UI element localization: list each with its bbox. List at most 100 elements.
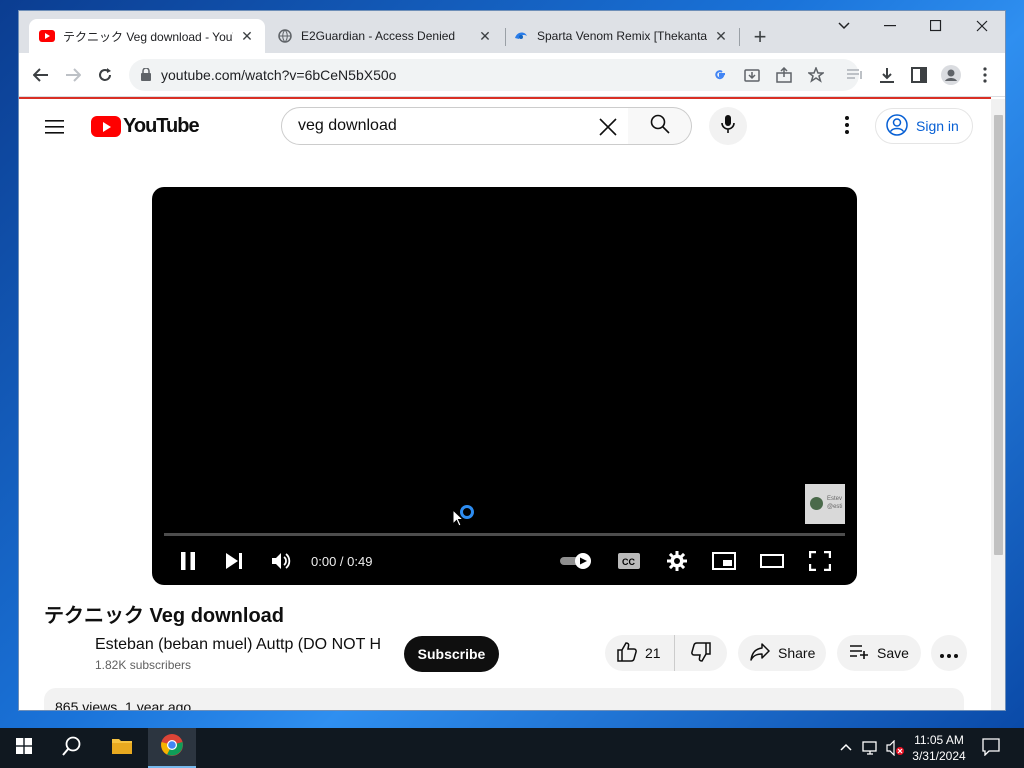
clear-search-icon[interactable] bbox=[596, 115, 620, 139]
voice-search-button[interactable] bbox=[709, 107, 747, 145]
video-title: テクニック Veg download bbox=[44, 605, 285, 627]
minimize-button[interactable] bbox=[867, 11, 913, 41]
close-window-button[interactable] bbox=[959, 11, 1005, 41]
thumbs-down-icon bbox=[691, 641, 711, 665]
like-dislike-group: 21 bbox=[605, 635, 727, 671]
url-text: youtube.com/watch?v=6bCeN5bX50o bbox=[161, 67, 397, 83]
search-icon bbox=[62, 736, 82, 761]
file-explorer-button[interactable] bbox=[98, 728, 146, 768]
tab-title: テクニック Veg download - YouTube bbox=[63, 29, 233, 44]
new-tab-button[interactable]: + bbox=[747, 25, 773, 51]
share-label: Share bbox=[778, 645, 816, 661]
next-track-icon[interactable] bbox=[222, 547, 246, 575]
reload-icon[interactable] bbox=[91, 61, 119, 89]
windows-logo-icon bbox=[16, 737, 32, 759]
google-lens-icon[interactable] bbox=[711, 66, 729, 84]
search-icon bbox=[650, 114, 670, 139]
fullscreen-icon[interactable] bbox=[806, 547, 834, 575]
volume-icon[interactable] bbox=[268, 547, 294, 575]
tab-separator bbox=[739, 28, 740, 46]
youtube-favicon-icon bbox=[39, 28, 55, 44]
settings-gear-icon[interactable] bbox=[664, 547, 690, 575]
progress-bar[interactable] bbox=[164, 533, 845, 536]
forward-arrow-icon[interactable] bbox=[59, 61, 87, 89]
subscribe-button[interactable]: Subscribe bbox=[404, 636, 499, 672]
pause-icon[interactable] bbox=[176, 547, 200, 575]
time-display: 0:00 / 0:49 bbox=[311, 554, 373, 569]
side-panel-icon[interactable] bbox=[909, 65, 929, 85]
autoplay-toggle-icon[interactable] bbox=[558, 547, 594, 575]
like-count: 21 bbox=[645, 645, 661, 661]
tab-title: E2Guardian - Access Denied bbox=[301, 29, 456, 43]
downloads-icon[interactable] bbox=[877, 65, 897, 85]
tab-close-icon[interactable]: ✕ bbox=[477, 28, 493, 44]
description-box[interactable]: 865 views 1 year ago bbox=[44, 688, 964, 711]
captions-icon[interactable]: CC bbox=[616, 547, 642, 575]
view-count: 865 views bbox=[55, 699, 118, 711]
video-player[interactable]: Estev @esti 0:00 / 0:49 CC bbox=[152, 187, 857, 585]
theater-mode-icon[interactable] bbox=[758, 547, 786, 575]
youtube-play-logo-icon bbox=[91, 116, 121, 137]
swirl-favicon-icon bbox=[513, 28, 529, 44]
tab-sparta-venom[interactable]: Sparta Venom Remix [Thekantapon ✕ bbox=[503, 19, 739, 53]
tab-title: Sparta Venom Remix [Thekantapon bbox=[537, 29, 707, 43]
sign-in-label: Sign in bbox=[916, 118, 959, 134]
start-button[interactable] bbox=[0, 728, 48, 768]
install-app-icon[interactable] bbox=[743, 66, 761, 84]
save-button[interactable]: Save bbox=[837, 635, 921, 671]
page-scrollbar[interactable] bbox=[991, 99, 1005, 710]
tab-e2guardian[interactable]: E2Guardian - Access Denied ✕ bbox=[267, 19, 503, 53]
chrome-taskbar-button[interactable] bbox=[148, 728, 196, 768]
channel-avatar bbox=[810, 497, 823, 510]
share-arrow-icon bbox=[750, 642, 770, 664]
mouse-cursor-icon bbox=[452, 508, 465, 532]
browser-menu-icon[interactable] bbox=[975, 65, 995, 85]
youtube-logo[interactable]: YouTube bbox=[91, 115, 200, 138]
lock-icon bbox=[141, 67, 151, 86]
search-input[interactable]: veg download bbox=[281, 107, 629, 145]
tab-close-icon[interactable]: ✕ bbox=[239, 28, 255, 44]
taskbar-search-button[interactable] bbox=[48, 728, 96, 768]
tab-search-chevron-icon[interactable] bbox=[821, 11, 867, 41]
network-icon[interactable] bbox=[862, 740, 880, 759]
share-button[interactable]: Share bbox=[738, 635, 826, 671]
add-to-playlist-icon bbox=[849, 644, 869, 663]
share-page-icon[interactable] bbox=[775, 66, 793, 84]
browser-window: テクニック Veg download - YouTube ✕ E2Guardia… bbox=[18, 10, 1006, 711]
taskbar-clock[interactable]: 11:05 AM 3/31/2024 bbox=[906, 732, 972, 764]
settings-kebab-icon[interactable] bbox=[835, 113, 859, 137]
back-arrow-icon[interactable] bbox=[27, 61, 55, 89]
endscreen-line2: @esti bbox=[827, 504, 843, 510]
volume-muted-icon[interactable] bbox=[886, 739, 906, 759]
tab-youtube[interactable]: テクニック Veg download - YouTube ✕ bbox=[29, 19, 265, 53]
globe-icon bbox=[277, 28, 293, 44]
tab-close-icon[interactable]: ✕ bbox=[713, 28, 729, 44]
show-hidden-icons-chevron-icon[interactable] bbox=[840, 740, 852, 754]
dislike-button[interactable] bbox=[675, 635, 727, 671]
endscreen-channel-card[interactable]: Estev @esti bbox=[805, 484, 845, 524]
save-label: Save bbox=[877, 645, 909, 661]
youtube-wordmark: YouTube bbox=[123, 115, 200, 137]
microphone-icon bbox=[721, 114, 735, 139]
windows-taskbar: 11:05 AM 3/31/2024 bbox=[0, 728, 1024, 768]
like-button[interactable]: 21 bbox=[605, 635, 675, 671]
sign-in-button[interactable]: Sign in bbox=[875, 108, 973, 144]
maximize-button[interactable] bbox=[913, 11, 959, 41]
svg-text:CC: CC bbox=[622, 557, 635, 567]
search-button[interactable] bbox=[628, 107, 692, 145]
clock-time: 11:05 AM bbox=[914, 733, 964, 747]
media-queue-icon[interactable] bbox=[845, 65, 865, 85]
more-horizontal-icon bbox=[940, 645, 958, 661]
channel-name[interactable]: Esteban (beban muel) Auttp (DO NOT HATE) bbox=[95, 636, 381, 654]
clock-date: 3/31/2024 bbox=[912, 749, 966, 763]
address-bar[interactable]: youtube.com/watch?v=6bCeN5bX50o bbox=[129, 59, 859, 91]
profile-avatar-icon[interactable] bbox=[941, 65, 961, 85]
hamburger-menu-icon[interactable] bbox=[45, 119, 65, 135]
upload-date: 1 year ago bbox=[125, 699, 192, 711]
notification-center-icon[interactable] bbox=[982, 738, 1000, 759]
miniplayer-icon[interactable] bbox=[710, 547, 738, 575]
youtube-page: YouTube veg download Sign in Estev @esti… bbox=[19, 99, 991, 711]
scrollbar-thumb[interactable] bbox=[994, 115, 1003, 555]
more-actions-button[interactable] bbox=[931, 635, 967, 671]
bookmark-star-icon[interactable] bbox=[807, 66, 825, 84]
